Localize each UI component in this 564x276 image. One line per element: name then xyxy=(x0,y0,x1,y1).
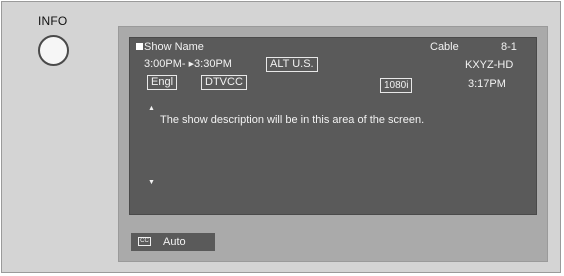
show-name: Show Name xyxy=(136,41,204,53)
audio-language-badge: Engl xyxy=(147,75,178,90)
signal-source: Cable xyxy=(430,41,459,53)
show-name-text: Show Name xyxy=(144,41,204,53)
closed-caption-icon: CC xyxy=(138,237,151,246)
square-bullet-icon xyxy=(136,43,143,50)
resolution-badge: 1080i xyxy=(380,78,413,93)
closed-caption-bar: CC Auto xyxy=(131,233,215,251)
info-label: INFO xyxy=(38,14,68,28)
current-time: 3:17PM xyxy=(468,78,506,90)
caption-mode: Auto xyxy=(163,236,186,248)
tv-screen: Show Name 3:00PM- ▶3:30PM ALT U.S. Engl … xyxy=(118,26,548,262)
channel-number: 8-1 xyxy=(501,41,517,53)
station-name: KXYZ-HD xyxy=(465,59,514,71)
time-range: 3:00PM- ▶3:30PM xyxy=(144,58,232,70)
scroll-up-icon[interactable]: ▲ xyxy=(148,105,155,112)
scroll-down-icon[interactable]: ▼ xyxy=(148,179,155,186)
info-button[interactable] xyxy=(38,35,69,66)
end-time: 3:30PM xyxy=(194,58,232,70)
info-banner: Show Name 3:00PM- ▶3:30PM ALT U.S. Engl … xyxy=(129,37,537,215)
start-time: 3:00PM- xyxy=(144,58,186,70)
rating-badge: ALT U.S. xyxy=(266,57,318,72)
show-description: The show description will be in this are… xyxy=(160,114,425,126)
caption-service-badge: DTVCC xyxy=(201,75,247,90)
manual-illustration-frame: INFO Show Name 3:00PM- ▶3:30PM ALT U.S. … xyxy=(1,1,561,273)
